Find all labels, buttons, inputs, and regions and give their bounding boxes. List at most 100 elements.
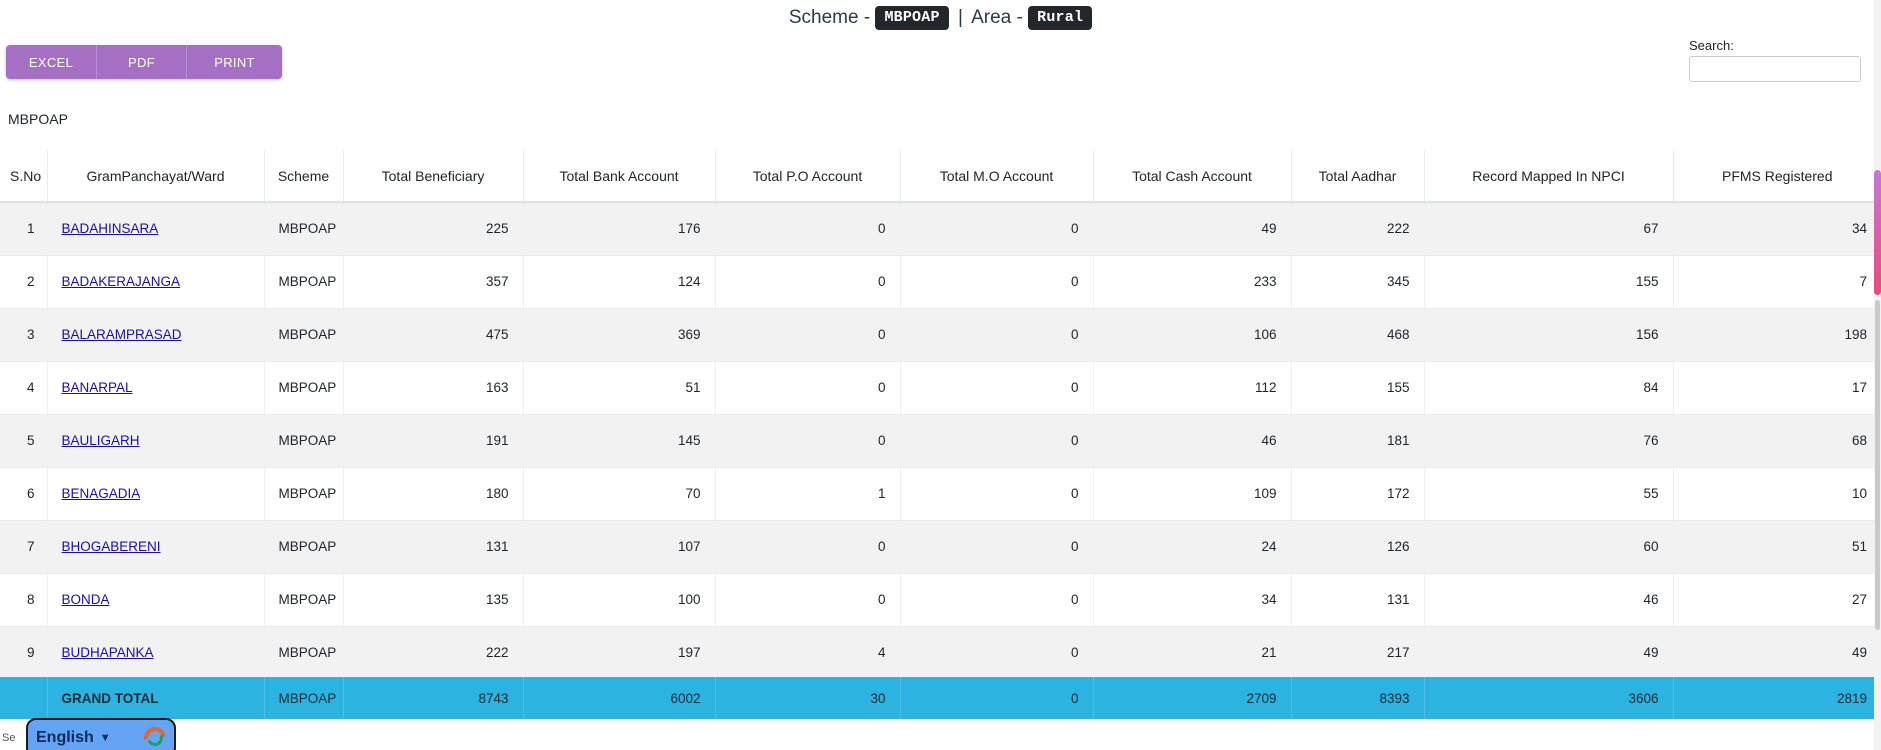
cell-sno: 2 [0, 255, 48, 309]
cell-scheme: MBPOAP [264, 202, 344, 256]
cell-total-beneficiary: 357 [343, 255, 524, 309]
grampanchayat-link[interactable]: BADAHINSARA [62, 221, 159, 236]
cell-total-bank-account: 124 [523, 255, 716, 309]
grand-total-table: GRAND TOTAL MBPOAP 8743 6002 30 0 2709 8… [0, 677, 1881, 719]
table-caption: MBPOAP [8, 111, 68, 127]
grampanchayat-link[interactable]: BALARAMPRASAD [62, 327, 182, 342]
pdf-button[interactable]: PDF [96, 45, 186, 79]
cell-sno: 5 [0, 414, 48, 468]
excel-button[interactable]: EXCEL [6, 45, 96, 79]
cell-sno: 3 [0, 308, 48, 362]
table-row: 4 BANARPAL MBPOAP 163 51 0 0 112 155 84 17 [0, 361, 1881, 415]
col-header-total-cash-account[interactable]: Total Cash Account [1093, 150, 1292, 203]
table-row: 6 BENAGADIA MBPOAP 180 70 1 0 109 172 55 10 [0, 467, 1881, 521]
grampanchayat-link[interactable]: BONDA [62, 592, 110, 607]
grand-total-aadhar: 8393 [1291, 677, 1425, 719]
cell-total-beneficiary: 191 [343, 414, 524, 468]
grampanchayat-link[interactable]: BADAKERAJANGA [62, 274, 181, 289]
grand-total-po: 30 [715, 677, 901, 719]
cell-total-mo-account: 0 [900, 202, 1094, 256]
cell-sno: 9 [0, 626, 48, 680]
cell-total-po-account: 0 [715, 202, 901, 256]
cell-sno: 7 [0, 520, 48, 574]
cell-total-po-account: 0 [715, 520, 901, 574]
cell-total-aadhar: 172 [1291, 467, 1425, 521]
cell-total-bank-account: 100 [523, 573, 716, 627]
export-button-group: EXCEL PDF PRINT [6, 45, 282, 79]
grand-total-bank: 6002 [523, 677, 716, 719]
cell-total-aadhar: 468 [1291, 308, 1425, 362]
table-row: 7 BHOGABERENI MBPOAP 131 107 0 0 24 126 60 51 [0, 520, 1881, 574]
cell-total-mo-account: 0 [900, 255, 1094, 309]
cell-pfms-registered: 49 [1673, 626, 1881, 680]
cell-record-mapped-npci: 84 [1424, 361, 1674, 415]
scheme-label: Scheme - [788, 7, 871, 28]
cell-scheme: MBPOAP [264, 467, 344, 521]
table-row: 2 BADAKERAJANGA MBPOAP 357 124 0 0 233 345 155 7 [0, 255, 1881, 309]
area-label: Area - [971, 7, 1023, 28]
page-scrollbar-thumb[interactable] [1874, 170, 1881, 295]
cell-total-beneficiary: 225 [343, 202, 524, 256]
grand-total-cells: GRAND TOTAL MBPOAP 8743 6002 30 0 2709 8… [0, 677, 1881, 719]
grampanchayat-link[interactable]: BHOGABERENI [62, 539, 161, 554]
page-scrollbar[interactable] [1874, 0, 1881, 750]
grand-total-mo: 0 [900, 677, 1094, 719]
print-button[interactable]: PRINT [186, 45, 282, 79]
chevron-down-icon: ▼ [99, 732, 111, 744]
col-header-total-aadhar[interactable]: Total Aadhar [1291, 150, 1425, 203]
cell-sno: 8 [0, 573, 48, 627]
cell-total-bank-account: 107 [523, 520, 716, 574]
cell-record-mapped-npci: 156 [1424, 308, 1674, 362]
table-row: 1 BADAHINSARA MBPOAP 225 176 0 0 49 222 67 34 [0, 202, 1881, 256]
cell-pfms-registered: 27 [1673, 573, 1881, 627]
cell-scheme: MBPOAP [264, 255, 344, 309]
col-header-grampanchayat[interactable]: GramPanchayat/Ward [47, 150, 265, 203]
cell-record-mapped-npci: 55 [1424, 467, 1674, 521]
cell-scheme: MBPOAP [264, 361, 344, 415]
cell-scheme: MBPOAP [264, 573, 344, 627]
cell-sno: 6 [0, 467, 48, 521]
cell-total-po-account: 0 [715, 255, 901, 309]
cell-total-aadhar: 345 [1291, 255, 1425, 309]
cell-total-beneficiary: 131 [343, 520, 524, 574]
cell-record-mapped-npci: 49 [1424, 626, 1674, 680]
cell-pfms-registered: 51 [1673, 520, 1881, 574]
cell-total-mo-account: 0 [900, 467, 1094, 521]
col-header-pfms-registered[interactable]: PFMS Registered [1673, 150, 1881, 203]
col-header-scheme[interactable]: Scheme [264, 150, 344, 203]
grand-total-pfms: 2819 [1673, 677, 1881, 719]
page-bottom-area [0, 719, 1881, 750]
cell-total-bank-account: 70 [523, 467, 716, 521]
col-header-total-mo-account[interactable]: Total M.O Account [900, 150, 1094, 203]
col-header-total-bank-account[interactable]: Total Bank Account [523, 150, 716, 203]
grand-total-row: GRAND TOTAL MBPOAP 8743 6002 30 0 2709 8… [0, 677, 1881, 719]
language-selector-widget[interactable]: English ▼ [26, 718, 176, 750]
grampanchayat-link[interactable]: BAULIGARH [62, 433, 140, 448]
search-input[interactable] [1689, 56, 1861, 82]
cell-pfms-registered: 7 [1673, 255, 1881, 309]
cell-total-aadhar: 217 [1291, 626, 1425, 680]
col-header-total-po-account[interactable]: Total P.O Account [715, 150, 901, 203]
grampanchayat-link[interactable]: BENAGADIA [62, 486, 141, 501]
data-table-scroll-area[interactable]: S.No GramPanchayat/Ward Scheme Total Ben… [0, 150, 1881, 680]
cell-total-cash-account: 34 [1093, 573, 1292, 627]
grampanchayat-link[interactable]: BANARPAL [62, 380, 133, 395]
search-label: Search: [1689, 38, 1734, 53]
cell-total-bank-account: 145 [523, 414, 716, 468]
cell-total-beneficiary: 222 [343, 626, 524, 680]
col-header-sno[interactable]: S.No [0, 150, 48, 203]
page-scrollbar-track-lower[interactable] [1875, 300, 1880, 630]
page-root: Scheme - MBPOAP | Area - Rural EXCEL PDF… [0, 0, 1881, 750]
grand-total-beneficiary: 8743 [343, 677, 524, 719]
grampanchayat-link[interactable]: BUDHAPANKA [62, 645, 154, 660]
cell-total-beneficiary: 163 [343, 361, 524, 415]
col-header-total-beneficiary[interactable]: Total Beneficiary [343, 150, 524, 203]
cell-scheme: MBPOAP [264, 414, 344, 468]
cell-total-cash-account: 24 [1093, 520, 1292, 574]
cell-grampanchayat: BALARAMPRASAD [47, 308, 265, 362]
cell-pfms-registered: 68 [1673, 414, 1881, 468]
cell-total-cash-account: 46 [1093, 414, 1292, 468]
cell-total-beneficiary: 475 [343, 308, 524, 362]
col-header-record-mapped-npci[interactable]: Record Mapped In NPCI [1424, 150, 1674, 203]
cell-total-beneficiary: 135 [343, 573, 524, 627]
